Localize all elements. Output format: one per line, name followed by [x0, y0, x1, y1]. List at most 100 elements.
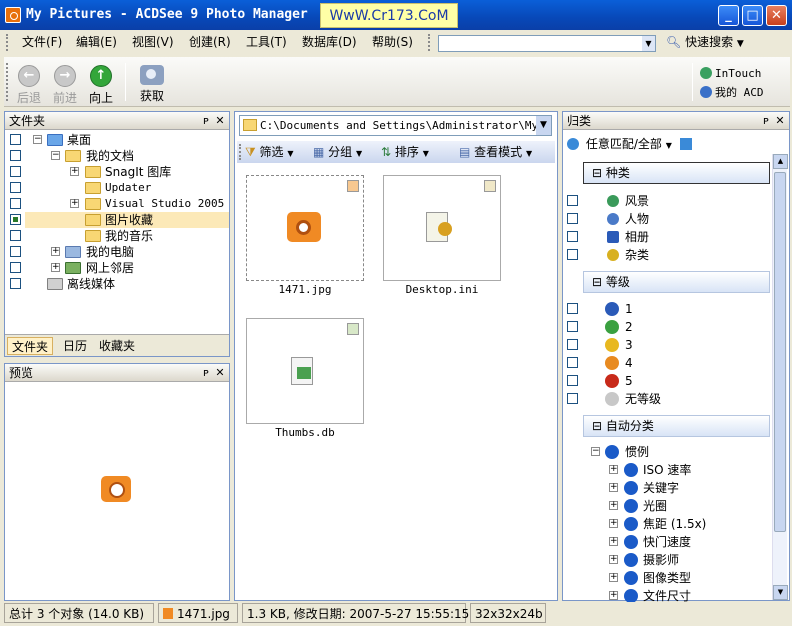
category-checkbox[interactable]	[567, 213, 578, 224]
category-checkbox[interactable]	[567, 195, 578, 206]
tree-checkbox[interactable]	[10, 134, 21, 145]
rating-none[interactable]: 无等级	[563, 391, 768, 407]
category-checkbox[interactable]	[567, 231, 578, 242]
menubar-grip[interactable]	[6, 34, 9, 51]
chevron-down-icon[interactable]: ▼	[536, 116, 551, 135]
rating-checkbox[interactable]	[567, 375, 578, 386]
match-mode-button[interactable]: 任意匹配/全部 ▼	[567, 134, 692, 154]
auto-root-item[interactable]: − 惯例	[563, 444, 768, 460]
tree-item-my-pictures[interactable]: 图片收藏	[25, 212, 229, 228]
filter-button[interactable]: ⧩ 筛选 ▼	[245, 144, 294, 160]
section-categories-header[interactable]: ⊟ 种类	[583, 162, 770, 184]
title-bar[interactable]: My Pictures - ACDSee 9 Photo Manager WwW…	[0, 0, 792, 30]
thumbnail-thumbs-db[interactable]	[246, 318, 364, 424]
menu-file[interactable]: 文件(F)	[22, 34, 62, 51]
section-auto-header[interactable]: ⊟ 自动分类	[583, 415, 770, 437]
category-scenery[interactable]: 风景	[563, 193, 768, 209]
expand-icon[interactable]: +	[609, 573, 618, 582]
rating-2[interactable]: 2	[563, 319, 768, 335]
auto-category-item[interactable]: + 光圈	[563, 498, 768, 514]
auto-category-item[interactable]: + ISO 速率	[563, 462, 768, 478]
collapse-icon[interactable]: −	[591, 447, 600, 456]
panel-close-icon[interactable]: ✕	[773, 112, 787, 130]
tab-favorites[interactable]: 收藏夹	[95, 337, 139, 355]
category-people[interactable]: 人物	[563, 211, 768, 227]
scroll-down-icon[interactable]: ▼	[773, 585, 788, 600]
rating-checkbox[interactable]	[567, 393, 578, 404]
section-ratings-header[interactable]: ⊟ 等级	[583, 271, 770, 293]
menu-edit[interactable]: 编辑(E)	[76, 34, 117, 51]
category-albums[interactable]: 相册	[563, 229, 768, 245]
search-input[interactable]: ▼	[438, 35, 656, 52]
tree-item-my-computer[interactable]: + 我的电脑	[5, 244, 229, 260]
tree-item-my-music[interactable]: 我的音乐	[5, 228, 229, 244]
panel-close-icon[interactable]: ✕	[213, 112, 227, 130]
rating-checkbox[interactable]	[567, 339, 578, 350]
up-button[interactable]: ↑ 向上	[82, 63, 120, 105]
tree-checkbox[interactable]	[10, 230, 21, 241]
tree-checkbox[interactable]	[10, 182, 21, 193]
tree-checkbox-partial[interactable]	[10, 214, 21, 225]
app-camera-icon[interactable]	[5, 7, 21, 23]
menu-help[interactable]: 帮助(S)	[372, 34, 413, 51]
expand-icon[interactable]: +	[609, 555, 618, 564]
menu-tools[interactable]: 工具(T)	[246, 34, 287, 51]
tree-checkbox[interactable]	[10, 278, 21, 289]
search-grip[interactable]	[428, 34, 431, 51]
maximize-button[interactable]: □	[742, 5, 763, 26]
rating-checkbox[interactable]	[567, 321, 578, 332]
tree-checkbox[interactable]	[10, 198, 21, 209]
category-checkbox[interactable]	[567, 249, 578, 260]
scroll-thumb[interactable]	[774, 172, 786, 532]
expand-icon[interactable]: +	[51, 263, 60, 272]
expand-icon[interactable]: +	[70, 199, 79, 208]
tree-checkbox[interactable]	[10, 150, 21, 161]
pin-icon[interactable]: ᴘ	[759, 112, 773, 130]
expand-icon[interactable]: +	[609, 537, 618, 546]
auto-category-item[interactable]: + 图像类型	[563, 570, 768, 586]
collapse-icon[interactable]: −	[51, 151, 60, 160]
rating-checkbox[interactable]	[567, 357, 578, 368]
tree-item-desktop[interactable]: − 桌面	[5, 132, 229, 148]
menu-create[interactable]: 创建(R)	[189, 34, 231, 51]
close-button[interactable]: ✕	[766, 5, 787, 26]
expand-icon[interactable]: +	[609, 483, 618, 492]
forward-button[interactable]: → 前进	[46, 63, 84, 105]
sort-button[interactable]: ⇅ 排序 ▼	[381, 144, 429, 160]
tree-item-my-documents[interactable]: − 我的文档	[5, 148, 229, 164]
view-mode-button[interactable]: ▤ 查看模式 ▼	[459, 144, 532, 160]
rating-1[interactable]: 1	[563, 301, 768, 317]
category-misc[interactable]: 杂类	[563, 247, 768, 263]
auto-category-item[interactable]: + 摄影师	[563, 552, 768, 568]
quick-search-button[interactable]: 🔍︎ 快速搜索 ▼	[666, 34, 744, 51]
tree-item-updater[interactable]: Updater	[5, 180, 229, 196]
expand-icon[interactable]: +	[609, 501, 618, 510]
tree-checkbox[interactable]	[10, 166, 21, 177]
thumbnail-1471-jpg[interactable]	[246, 175, 364, 281]
tree-checkbox[interactable]	[10, 246, 21, 257]
rating-5[interactable]: 5	[563, 373, 768, 389]
auto-category-item[interactable]: + 快门速度	[563, 534, 768, 550]
browser-toolbar-grip[interactable]	[239, 144, 242, 160]
collapse-icon[interactable]: −	[33, 135, 42, 144]
my-acd-link[interactable]: 我的 ACD	[700, 85, 764, 101]
tree-item-snagit[interactable]: + SnagIt 图库	[5, 164, 229, 180]
minimize-button[interactable]: _	[718, 5, 739, 26]
menu-view[interactable]: 视图(V)	[132, 34, 174, 51]
pin-icon[interactable]: ᴘ	[199, 112, 213, 130]
tree-checkbox[interactable]	[10, 262, 21, 273]
catalog-scrollbar[interactable]: ▲ ▼	[772, 154, 788, 600]
scroll-up-icon[interactable]: ▲	[773, 154, 788, 169]
tree-item-visual-studio[interactable]: + Visual Studio 2005	[5, 196, 229, 212]
tree-item-offline-media[interactable]: 离线媒体	[5, 276, 229, 292]
new-category-icon[interactable]	[679, 138, 692, 150]
rating-3[interactable]: 3	[563, 337, 768, 353]
path-combobox[interactable]: C:\Documents and Settings\Administrator\…	[239, 115, 552, 136]
group-button[interactable]: ▦ 分组 ▼	[313, 144, 362, 160]
search-dropdown-arrow-icon[interactable]: ▼	[642, 36, 655, 51]
expand-icon[interactable]: +	[70, 167, 79, 176]
back-button[interactable]: ← 后退	[10, 63, 48, 105]
rating-4[interactable]: 4	[563, 355, 768, 371]
expand-icon[interactable]: +	[609, 465, 618, 474]
auto-category-item[interactable]: + 焦距 (1.5x)	[563, 516, 768, 532]
